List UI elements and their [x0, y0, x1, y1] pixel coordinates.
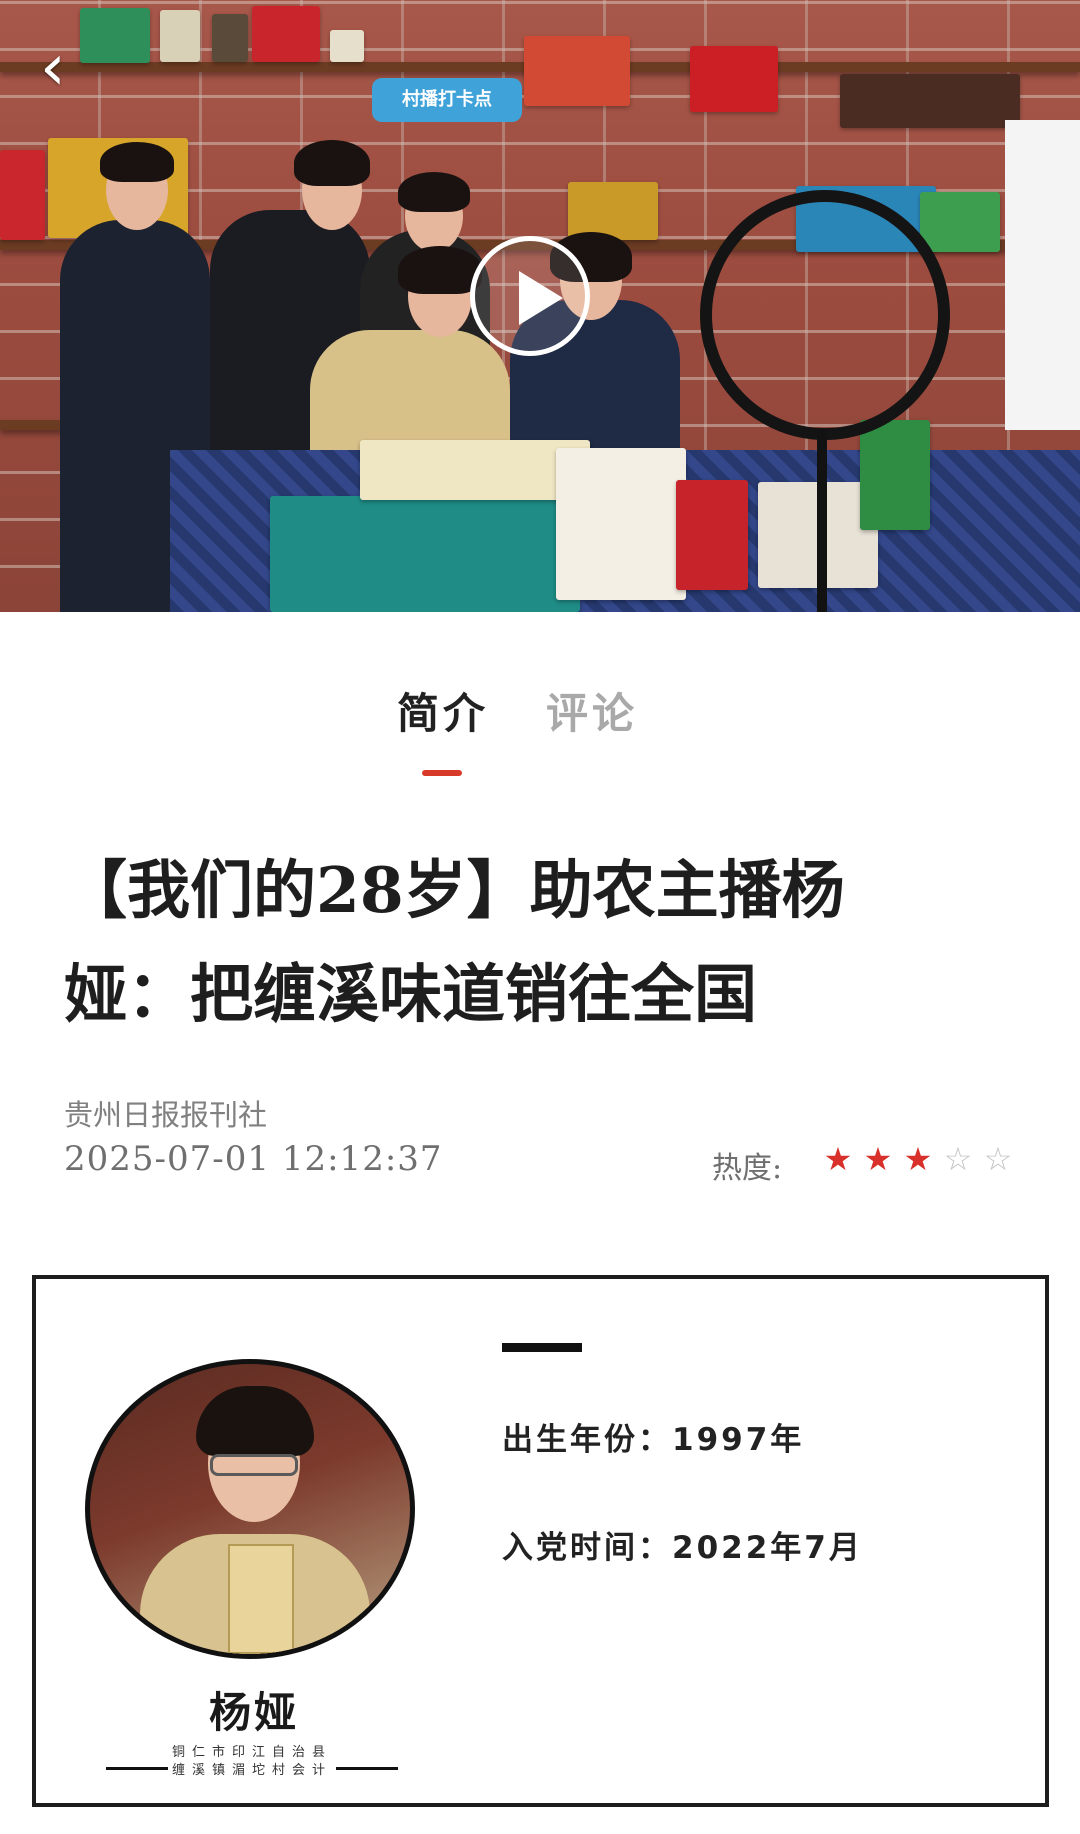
product-box [0, 150, 45, 240]
avatar-glasses [210, 1454, 298, 1476]
star-empty-icon: ☆ [943, 1140, 973, 1178]
article-source: 贵州日报报刊社 [64, 1098, 268, 1132]
tab-comments[interactable]: 评论 [546, 680, 638, 741]
product-box [568, 182, 658, 240]
person-hair [294, 140, 370, 186]
heat-rating: ★ ★ ★ ☆ ☆ [818, 1139, 1018, 1179]
profile-role: 缠溪镇湄坨村会计 [172, 1763, 333, 1778]
profile-name: 杨娅 [209, 1688, 300, 1737]
tab-bar: 简介 评论 [0, 680, 1080, 776]
product-box [524, 36, 630, 106]
product-bag [860, 420, 930, 530]
star-filled-icon: ★ [903, 1140, 933, 1178]
person-hair [398, 246, 482, 294]
profile-org: 铜仁市印江自治县 [172, 1745, 333, 1760]
product-jar [330, 30, 364, 62]
article-title: 【我们的28岁】助农主播杨 娅：把缠溪味道销往全国 [64, 838, 1024, 1046]
product-jar [840, 74, 1020, 128]
publish-datetime: 2025-07-01 12:12:37 [64, 1139, 443, 1179]
article-title-line: 【我们的28岁】助农主播杨 [64, 853, 845, 927]
article-title-line: 娅：把缠溪味道销往全国 [64, 957, 757, 1031]
person-hair [398, 172, 470, 212]
easel-board [1005, 120, 1080, 430]
person-hair [100, 142, 174, 182]
chevron-left-icon[interactable]: ‹ [40, 36, 100, 100]
avatar [85, 1359, 415, 1659]
checkin-sign: 村播打卡点 [372, 78, 522, 122]
divider [502, 1343, 582, 1352]
product-box [252, 6, 320, 62]
avatar-product [228, 1544, 294, 1654]
star-filled-icon: ★ [863, 1140, 893, 1178]
heat-label: 热度: [712, 1151, 783, 1186]
video-player[interactable]: 村播打卡点 ‹ [0, 0, 1080, 612]
ring-light-stand [817, 430, 827, 612]
ring-light [700, 190, 950, 440]
product-jar [160, 10, 200, 62]
tab-intro[interactable]: 简介 [397, 680, 489, 741]
active-tab-indicator [422, 770, 462, 776]
product-box [690, 46, 778, 112]
divider [106, 1767, 168, 1770]
product-jar [212, 14, 248, 62]
star-filled-icon: ★ [823, 1140, 853, 1178]
avatar-hair [196, 1386, 314, 1456]
party-join-date: 入党时间：2022年7月 [502, 1530, 863, 1566]
birth-year: 出生年份：1997年 [502, 1422, 805, 1458]
divider [336, 1767, 398, 1770]
star-empty-icon: ☆ [983, 1140, 1013, 1178]
product-box [920, 192, 1000, 252]
product-tin [676, 480, 748, 590]
play-icon[interactable] [470, 236, 590, 356]
mushroom-bag [556, 448, 686, 600]
profile-card: 杨娅 铜仁市印江自治县 缠溪镇湄坨村会计 出生年份：1997年 入党时间：202… [32, 1275, 1049, 1807]
gift-box [270, 496, 580, 612]
